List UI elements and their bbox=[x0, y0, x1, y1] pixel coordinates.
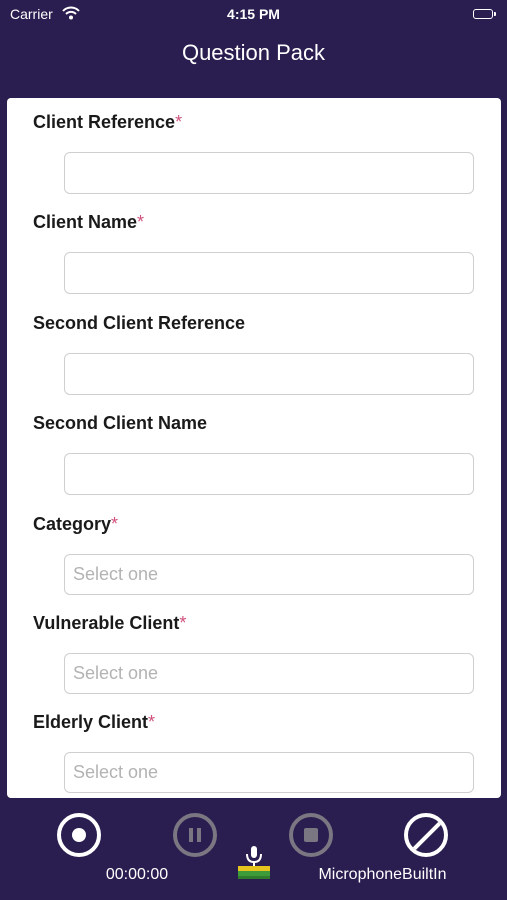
second-client-reference-input[interactable] bbox=[64, 353, 474, 395]
input-source-label: MicrophoneBuiltIn bbox=[318, 866, 447, 883]
stop-icon bbox=[304, 828, 318, 842]
client-reference-input[interactable] bbox=[64, 152, 474, 194]
page-title: Question Pack bbox=[181, 40, 326, 65]
required-marker: * bbox=[148, 712, 156, 732]
category-label: Category* bbox=[33, 514, 119, 534]
second-client-name-label: Second Client Name bbox=[33, 413, 208, 433]
client-reference-label: Client Reference* bbox=[33, 112, 183, 132]
second-client-name-input[interactable] bbox=[64, 453, 474, 495]
record-button[interactable] bbox=[57, 813, 101, 857]
recording-timer: 00:00:00 bbox=[105, 866, 169, 883]
elderly-client-select[interactable]: Select one bbox=[64, 752, 474, 793]
required-marker: * bbox=[179, 613, 187, 633]
clock: 4:15 PM bbox=[227, 6, 280, 22]
client-name-label: Client Name* bbox=[33, 212, 145, 232]
stop-button[interactable] bbox=[289, 813, 333, 857]
cancel-icon bbox=[409, 817, 444, 853]
audio-recorder-bar: 00:00:00 MicrophoneBuiltIn bbox=[0, 798, 507, 900]
vulnerable-client-label: Vulnerable Client* bbox=[33, 613, 187, 633]
cancel-button[interactable] bbox=[404, 813, 448, 857]
client-name-input[interactable] bbox=[64, 252, 474, 294]
microphone-level-icon bbox=[238, 846, 270, 879]
required-marker: * bbox=[175, 112, 183, 132]
required-marker: * bbox=[137, 212, 145, 232]
required-marker: * bbox=[111, 514, 119, 534]
pause-button[interactable] bbox=[173, 813, 217, 857]
second-client-reference-label: Second Client Reference bbox=[33, 313, 246, 333]
battery-icon bbox=[473, 9, 496, 19]
status-bar: Carrier 4:15 PM bbox=[0, 0, 507, 28]
vulnerable-client-select[interactable]: Select one bbox=[64, 653, 474, 694]
elderly-client-label: Elderly Client* bbox=[33, 712, 156, 732]
record-icon bbox=[72, 828, 86, 842]
question-form: Client Reference* Client Name* Second Cl… bbox=[7, 98, 501, 798]
category-select[interactable]: Select one bbox=[64, 554, 474, 595]
